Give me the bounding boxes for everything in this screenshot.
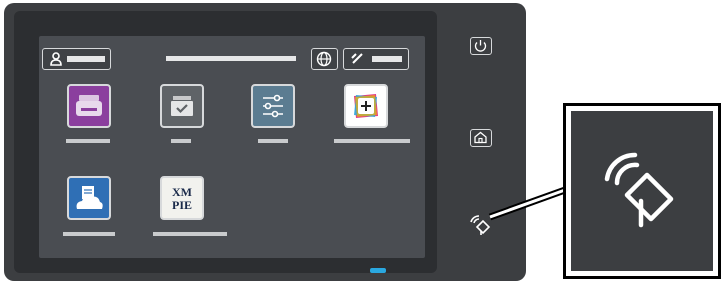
device-title-placeholder — [166, 56, 296, 61]
language-button[interactable] — [311, 48, 338, 70]
globe-icon — [316, 51, 332, 67]
screen-bezel: XM PIE — [14, 11, 437, 273]
printer-control-panel: XM PIE — [4, 3, 526, 281]
app-label-placeholder — [334, 139, 410, 143]
nfc-icon — [604, 152, 674, 228]
login-button[interactable] — [42, 48, 111, 70]
power-icon — [474, 40, 487, 52]
add-app-icon — [354, 94, 378, 118]
person-icon — [50, 52, 62, 66]
app-xmpie[interactable]: XM PIE — [160, 176, 204, 220]
xmpie-logo: XM PIE — [172, 185, 192, 212]
app-add[interactable] — [344, 84, 388, 128]
customize-button[interactable] — [343, 48, 409, 70]
printer-icon — [76, 95, 102, 116]
touch-screen: XM PIE — [39, 36, 425, 258]
nfc-callout — [563, 103, 721, 279]
app-device-settings[interactable] — [251, 84, 295, 128]
app-cloud-scan[interactable] — [67, 176, 111, 220]
tray-check-icon — [171, 96, 193, 116]
cloud-document-icon — [76, 186, 103, 209]
customize-label-placeholder — [372, 56, 402, 62]
login-label-placeholder — [67, 56, 105, 62]
status-light — [370, 268, 386, 273]
home-icon — [474, 131, 487, 144]
app-label-placeholder — [63, 232, 115, 236]
home-button[interactable] — [470, 129, 492, 147]
sliders-icon — [263, 94, 283, 118]
power-button[interactable] — [470, 37, 492, 55]
app-label-placeholder — [171, 139, 191, 143]
app-print[interactable] — [67, 84, 111, 128]
svg-text:PIE: PIE — [172, 198, 192, 212]
app-jobs[interactable] — [160, 84, 204, 128]
app-label-placeholder — [66, 139, 110, 143]
svg-text:XM: XM — [172, 185, 192, 199]
nfc-icon[interactable] — [468, 213, 492, 237]
pencil-icon — [351, 53, 363, 64]
app-label-placeholder — [153, 232, 227, 236]
app-label-placeholder — [258, 139, 288, 143]
callout-panel — [571, 111, 713, 271]
